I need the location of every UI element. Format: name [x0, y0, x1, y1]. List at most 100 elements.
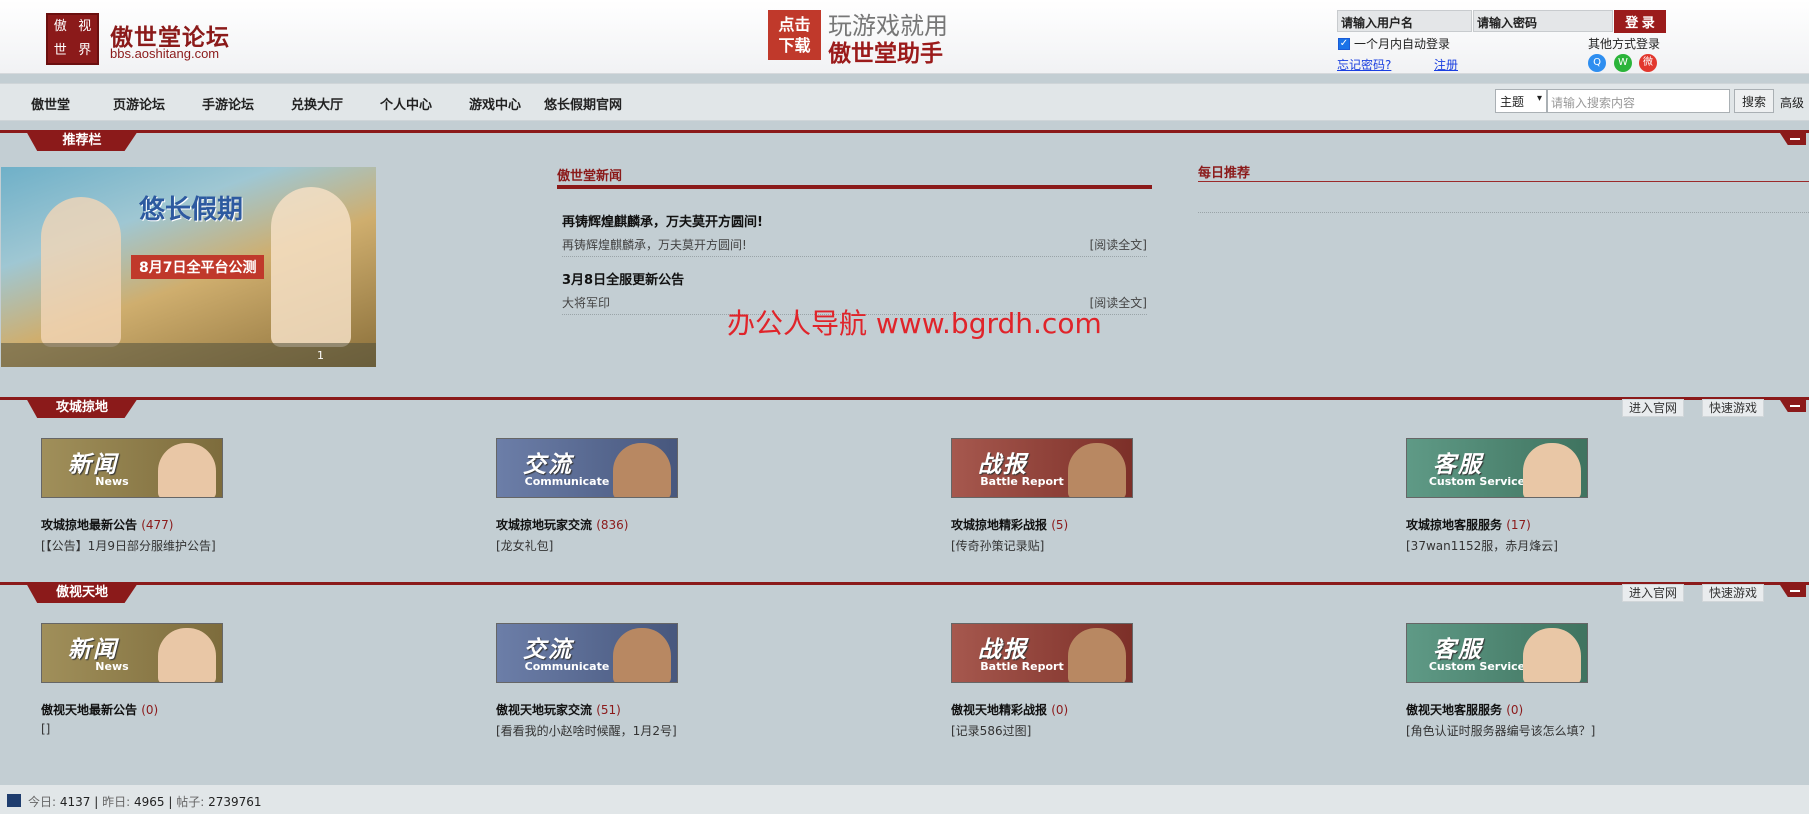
forum-banner-news[interactable]: 新闻 News	[41, 623, 223, 683]
forum-stats: 今日: 4137 | 昨日: 4965 | 帖子: 2739761	[28, 793, 262, 810]
enter-official-site-link[interactable]: 进入官网	[1622, 584, 1685, 602]
search-button[interactable]: 搜索	[1734, 89, 1774, 113]
promo-banner[interactable]: 悠长假期 8月7日全平台公测 1	[1, 167, 376, 367]
qq-icon[interactable]: Q	[1588, 54, 1606, 72]
watermark-text: 办公人导航 www.bgrdh.com	[727, 307, 1102, 340]
forum-banner-custom-service[interactable]: 客服 Custom Service	[1406, 623, 1588, 683]
forum-name[interactable]: 攻城掠地玩家交流	[496, 518, 592, 532]
forum-name[interactable]: 攻城掠地最新公告	[41, 518, 137, 532]
section-divider	[0, 582, 1809, 585]
forum-name[interactable]: 攻城掠地客服服务	[1406, 518, 1502, 532]
forum-banner-communicate[interactable]: 交流 Communicate	[496, 438, 678, 498]
news-title[interactable]: 再铸辉煌麒麟承，万夫莫开方圆间!	[562, 211, 1147, 230]
forum-title[interactable]: 傲视天地客服服务 (0)	[1406, 701, 1523, 718]
wechat-icon[interactable]: W	[1614, 54, 1632, 72]
search-input[interactable]: 请输入搜索内容	[1547, 89, 1730, 113]
forum-last-post[interactable]: []	[41, 722, 50, 736]
forum-last-post[interactable]: [角色认证时服务器编号该怎么填？]	[1406, 722, 1595, 739]
login-button[interactable]: 登 录	[1614, 10, 1666, 33]
banner-slide-index[interactable]: 1	[317, 349, 324, 362]
nav-item-profile[interactable]: 个人中心	[380, 94, 432, 113]
enter-official-site-link[interactable]: 进入官网	[1622, 399, 1685, 417]
forum-title[interactable]: 攻城掠地最新公告 (477)	[41, 516, 173, 533]
collapse-icon[interactable]	[1780, 133, 1806, 145]
forum-title[interactable]: 傲视天地玩家交流 (51)	[496, 701, 621, 718]
site-header: 傲 视 世 界 傲世堂论坛 bbs.aoshitang.com 点击下载 玩游戏…	[0, 0, 1809, 74]
nav-item-games[interactable]: 游戏中心	[469, 94, 521, 113]
promo-line-2[interactable]: 傲世堂助手	[828, 34, 943, 68]
forum-title[interactable]: 傲视天地精彩战报 (0)	[951, 701, 1068, 718]
forum-count: (17)	[1506, 518, 1531, 532]
quick-play-link[interactable]: 快速游戏	[1702, 584, 1765, 602]
forum-last-post[interactable]: [龙女礼包]	[496, 537, 553, 554]
forum-title[interactable]: 攻城掠地玩家交流 (836)	[496, 516, 628, 533]
character-portrait-icon	[1068, 628, 1126, 682]
forum-count: (0)	[141, 703, 159, 717]
nav-item-webgame[interactable]: 页游论坛	[113, 94, 165, 113]
forum-banner-subtitle: News	[95, 660, 129, 673]
yesterday-count: 4965	[134, 795, 165, 809]
forum-banner-title: 交流	[523, 637, 573, 663]
weibo-icon[interactable]: 微	[1639, 54, 1657, 72]
search-type-select[interactable]: 主题 ▾	[1495, 89, 1547, 113]
section-tab-recommend: 推荐栏	[26, 131, 138, 151]
forgot-password-link[interactable]: 忘记密码?	[1337, 56, 1391, 73]
forum-count: (836)	[596, 518, 629, 532]
forum-name[interactable]: 傲视天地最新公告	[41, 703, 137, 717]
forum-last-post[interactable]: [看看我的小赵啥时候醒，1月2号]	[496, 722, 677, 739]
password-input[interactable]: 请输入密码	[1473, 10, 1613, 32]
forum-banner-title: 交流	[523, 452, 573, 478]
remember-me[interactable]: ✓ 一个月内自动登录	[1338, 35, 1450, 52]
forum-banner-custom-service[interactable]: 客服 Custom Service	[1406, 438, 1588, 498]
character-portrait-icon	[1523, 443, 1581, 497]
stats-separator: |	[94, 795, 99, 809]
section-tab-game: 攻城掠地	[26, 398, 138, 418]
forum-title[interactable]: 攻城掠地客服服务 (17)	[1406, 516, 1531, 533]
forum-banner-news[interactable]: 新闻 News	[41, 438, 223, 498]
today-count: 4137	[59, 795, 91, 809]
forum-last-post[interactable]: [传奇孙策记录贴]	[951, 537, 1044, 554]
forum-name[interactable]: 傲视天地玩家交流	[496, 703, 592, 717]
character-portrait-icon	[1068, 443, 1126, 497]
stats-footer: 今日: 4137 | 昨日: 4965 | 帖子: 2739761	[0, 785, 1809, 814]
forum-banner-battle-report[interactable]: 战报 Battle Report	[951, 623, 1133, 683]
site-logo-icon[interactable]: 傲 视 世 界	[46, 13, 99, 65]
forum-count: (477)	[141, 518, 174, 532]
forum-name[interactable]: 傲视天地精彩战报	[951, 703, 1047, 717]
forum-name[interactable]: 傲视天地客服服务	[1406, 703, 1502, 717]
forum-title[interactable]: 攻城掠地精彩战报 (5)	[951, 516, 1068, 533]
collapse-icon[interactable]	[1780, 585, 1806, 597]
news-title[interactable]: 3月8日全服更新公告	[562, 269, 1147, 288]
banner-character-image	[41, 197, 121, 347]
news-heading-rule	[557, 185, 1152, 189]
register-link[interactable]: 注册	[1434, 56, 1458, 73]
forum-banner-title: 新闻	[68, 637, 118, 663]
quick-play-link[interactable]: 快速游戏	[1702, 399, 1765, 417]
forum-last-post[interactable]: [【公告】1月9日部分服维护公告]	[41, 537, 216, 554]
logo-char: 世	[53, 43, 67, 58]
other-login-label: 其他方式登录	[1588, 37, 1661, 51]
read-more-link[interactable]: [阅读全文]	[1090, 236, 1147, 253]
forum-banner-title: 新闻	[68, 452, 118, 478]
collapse-icon[interactable]	[1780, 400, 1806, 412]
forum-name[interactable]: 攻城掠地精彩战报	[951, 518, 1047, 532]
forum-banner-communicate[interactable]: 交流 Communicate	[496, 623, 678, 683]
forum-title[interactable]: 傲视天地最新公告 (0)	[41, 701, 158, 718]
forum-banner-title: 客服	[1433, 637, 1483, 663]
username-input[interactable]: 请输入用户名	[1337, 10, 1472, 32]
nav-item-mobile[interactable]: 手游论坛	[202, 94, 254, 113]
character-portrait-icon	[613, 628, 671, 682]
news-heading: 傲世堂新闻	[557, 169, 623, 184]
promo-download-badge[interactable]: 点击下载	[768, 10, 821, 60]
nav-item-home[interactable]: 傲世堂	[31, 94, 70, 113]
forum-last-post[interactable]: [记录586过图]	[951, 722, 1031, 739]
banner-character-image	[271, 187, 351, 347]
daily-heading-rule	[1198, 181, 1809, 182]
character-portrait-icon	[1523, 628, 1581, 682]
checkbox-checked-icon[interactable]: ✓	[1338, 37, 1350, 50]
nav-item-exchange[interactable]: 兑换大厅	[291, 94, 343, 113]
forum-last-post[interactable]: [37wan1152服，赤月烽云]	[1406, 537, 1558, 554]
advanced-search-link[interactable]: 高级	[1780, 94, 1804, 111]
forum-banner-battle-report[interactable]: 战报 Battle Report	[951, 438, 1133, 498]
nav-item-official[interactable]: 悠长假期官网	[544, 94, 622, 113]
